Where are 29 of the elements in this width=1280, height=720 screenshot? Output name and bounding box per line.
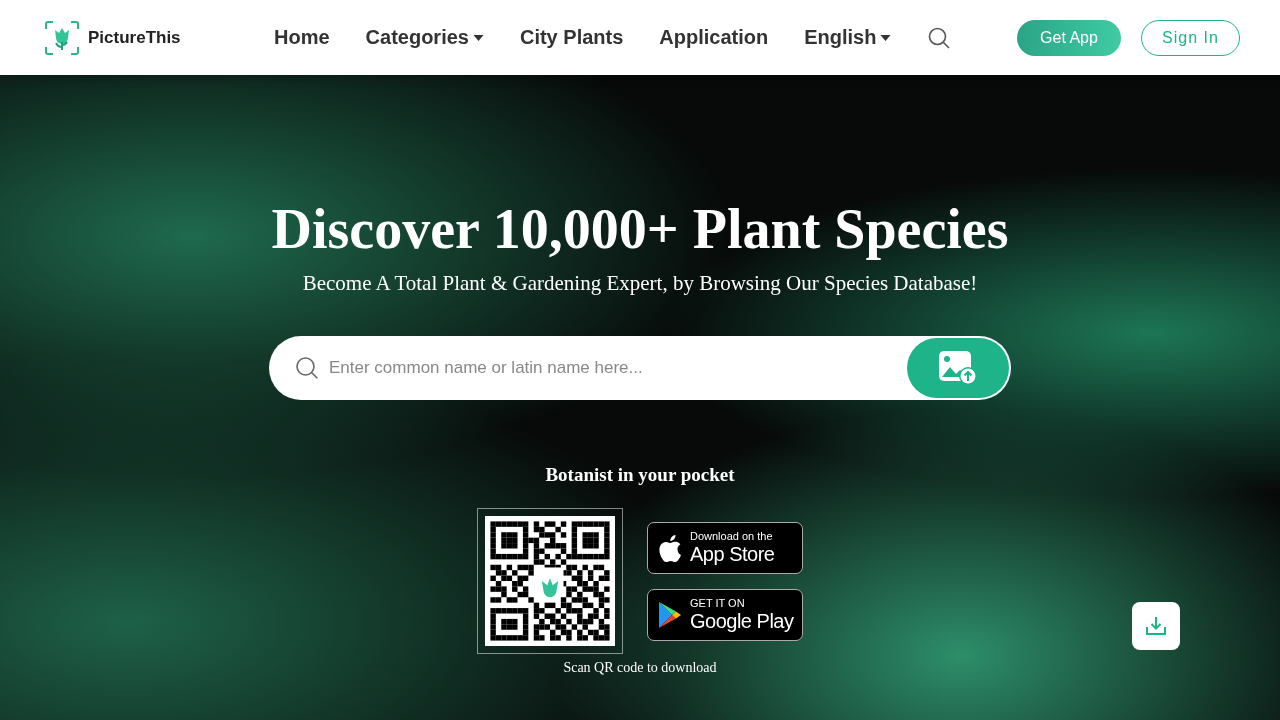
nav-link[interactable]: Application <box>659 26 769 49</box>
nav-link[interactable]: English <box>804 26 892 49</box>
hero-subtitle: Become A Total Plant & Gardening Expert, by Browsing Our Species Database! <box>302 271 978 296</box>
caret-icon <box>472 34 484 41</box>
search-icon <box>295 356 319 380</box>
qr-caption: Scan QR code to download <box>563 660 717 676</box>
nav-link[interactable]: City Plants <box>519 26 624 49</box>
app-store-badge[interactable]: Download on the App Store <box>647 521 803 574</box>
play-triangle-icon <box>658 600 682 629</box>
flower-logo-icon[interactable] <box>44 19 80 56</box>
image-upload-icon <box>938 350 978 386</box>
image-upload-button[interactable] <box>907 338 1009 398</box>
badge-caption: Download on the <box>690 530 774 543</box>
badge-store-name: Google Play <box>690 610 794 632</box>
nav-link[interactable]: Home <box>274 26 330 49</box>
badge-store-name: App Store <box>690 543 775 565</box>
search-icon[interactable] <box>927 25 952 50</box>
search-input[interactable]: Enter common name or latin name here... <box>327 357 907 379</box>
apple-logo-icon <box>658 533 682 562</box>
google-play-badge[interactable]: GET IT ON Google Play <box>647 588 803 641</box>
search-field[interactable]: Enter common name or latin name here... <box>269 336 1011 400</box>
nav-link[interactable]: Categories <box>365 26 484 49</box>
caret-icon <box>880 34 892 41</box>
tagline-text: Botanist in your pocket <box>545 464 735 486</box>
logo-text[interactable]: PictureThis <box>88 27 181 48</box>
download-icon <box>1144 614 1168 638</box>
download-button[interactable] <box>1132 602 1180 650</box>
hero-title: Discover 10,000+ Plant Species <box>271 197 1009 261</box>
badge-caption: GET IT ON <box>690 597 746 610</box>
